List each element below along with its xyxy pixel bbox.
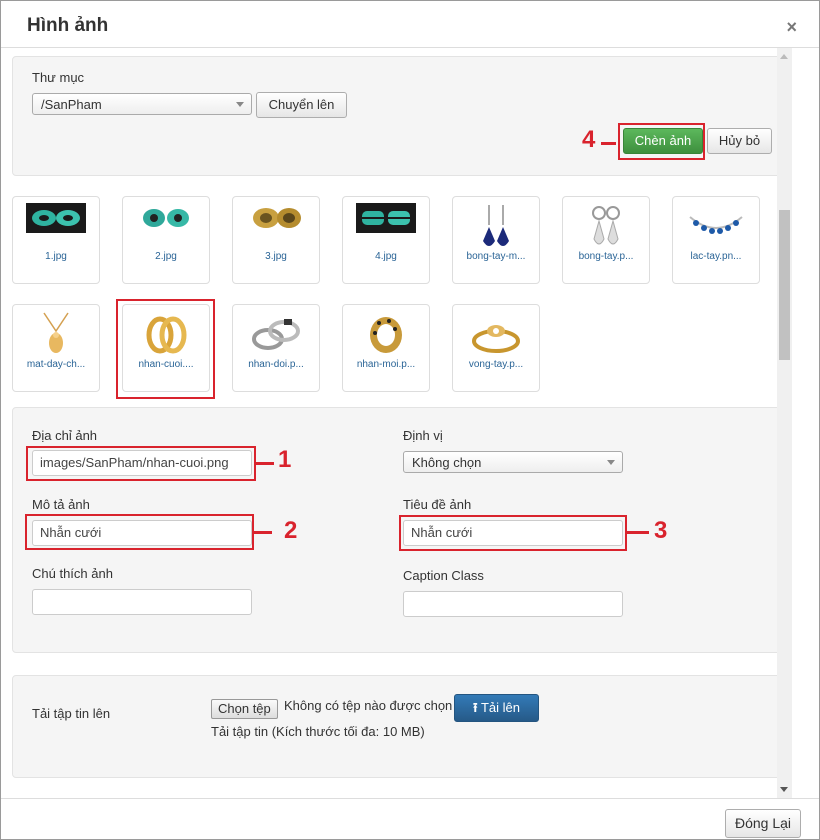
thumbnail-caption: 3.jpg xyxy=(265,251,287,262)
thumbnail-caption: 4.jpg xyxy=(375,251,397,262)
caption-label: Chú thích ảnh xyxy=(32,566,113,581)
image-thumbnail xyxy=(453,203,539,247)
thumbnail-caption: bong-tay.p... xyxy=(578,251,634,262)
thumbnail-item[interactable]: vong-tay.p... xyxy=(452,304,540,392)
folder-label: Thư mục xyxy=(32,70,85,85)
caption-class-label: Caption Class xyxy=(403,568,484,583)
upload-hint: Tải tập tin (Kích thước tối đa: 10 MB) xyxy=(211,724,425,739)
upload-button[interactable]: ⭱ Tải lên xyxy=(454,694,539,722)
image-thumbnail xyxy=(123,203,209,247)
alt-text-label: Mô tả ảnh xyxy=(32,497,90,512)
dialog-title: Hình ảnh xyxy=(27,15,109,36)
scroll-up-icon[interactable] xyxy=(780,54,788,59)
highlight-insert-button xyxy=(618,123,705,160)
caption-class-input[interactable] xyxy=(403,591,623,617)
annotation-dash xyxy=(601,142,616,145)
align-select-value: Không chọn xyxy=(412,455,482,470)
dialog-footer: Đóng Lại xyxy=(1,798,819,839)
folder-select[interactable]: /SanPham xyxy=(32,93,252,115)
no-file-text: Không có tệp nào được chọn xyxy=(284,698,453,713)
highlight-alt-text xyxy=(25,514,254,550)
upload-button-label: Tải lên xyxy=(480,700,520,715)
image-title-label: Tiêu đề ảnh xyxy=(403,497,472,512)
vertical-scrollbar[interactable] xyxy=(777,48,792,798)
thumbnail-caption: bong-tay-m... xyxy=(466,251,526,262)
annotation-dash xyxy=(627,531,649,534)
thumbnail-caption: nhan-moi.p... xyxy=(356,359,416,370)
cancel-button[interactable]: Hủy bỏ xyxy=(707,128,772,154)
highlight-image-url xyxy=(26,446,256,481)
thumbnail-caption: nhan-doi.p... xyxy=(248,359,304,370)
folder-up-button[interactable]: Chuyển lên xyxy=(256,92,347,118)
chevron-down-icon xyxy=(236,102,244,107)
align-select[interactable]: Không chọn xyxy=(403,451,623,473)
dialog-body[interactable]: Thư mục /SanPham Chuyển lên Chèn ảnh Hủy… xyxy=(1,48,819,798)
align-label: Định vị xyxy=(403,428,443,443)
image-thumbnail xyxy=(343,311,429,355)
thumbnail-caption: mat-day-ch... xyxy=(26,359,86,370)
thumbnail-caption: 1.jpg xyxy=(45,251,67,262)
close-dialog-button[interactable]: Đóng Lại xyxy=(725,809,801,838)
folder-select-value: /SanPham xyxy=(41,97,102,112)
image-thumbnail xyxy=(563,203,649,247)
image-thumbnail xyxy=(233,203,319,247)
image-thumbnail xyxy=(13,311,99,355)
thumbnail-caption: vong-tay.p... xyxy=(468,359,524,370)
annotation-number-1: 1 xyxy=(278,446,292,473)
close-icon[interactable]: × xyxy=(786,17,797,38)
scroll-down-icon[interactable] xyxy=(780,787,788,792)
upload-icon: ⭱ xyxy=(473,700,478,715)
thumbnail-item[interactable]: 2.jpg xyxy=(122,196,210,284)
image-thumbnail xyxy=(343,203,429,247)
annotation-number-2: 2 xyxy=(284,517,298,544)
image-thumbnail xyxy=(453,311,539,355)
thumbnail-item[interactable]: bong-tay.p... xyxy=(562,196,650,284)
dialog-header: Hình ảnh × xyxy=(1,1,819,48)
thumbnail-caption: lac-tay.pn... xyxy=(690,251,742,262)
thumbnail-item[interactable]: lac-tay.pn... xyxy=(672,196,760,284)
annotation-number-3: 3 xyxy=(654,517,668,544)
annotation-dash xyxy=(254,531,272,534)
chevron-down-icon xyxy=(607,460,615,465)
thumbnail-item[interactable]: 1.jpg xyxy=(12,196,100,284)
annotation-dash xyxy=(256,462,274,465)
caption-input[interactable] xyxy=(32,589,252,615)
thumbnail-item[interactable]: nhan-doi.p... xyxy=(232,304,320,392)
upload-panel: Tải tập tin lên Chọn tệp Không có tệp nà… xyxy=(12,675,792,778)
image-url-label: Địa chỉ ảnh xyxy=(32,428,98,443)
highlight-image-title xyxy=(399,515,627,551)
scrollbar-thumb[interactable] xyxy=(779,210,790,360)
upload-label: Tải tập tin lên xyxy=(32,706,111,721)
thumbnail-caption: 2.jpg xyxy=(155,251,177,262)
choose-file-button[interactable]: Chọn tệp xyxy=(211,699,278,719)
thumbnail-item[interactable]: 4.jpg xyxy=(342,196,430,284)
thumbnail-item[interactable]: bong-tay-m... xyxy=(452,196,540,284)
image-dialog: Hình ảnh × Thư mục /SanPham Chuyển lên C… xyxy=(0,0,820,840)
annotation-number-4: 4 xyxy=(582,126,596,153)
image-thumbnail xyxy=(673,203,759,247)
thumbnail-item[interactable]: nhan-moi.p... xyxy=(342,304,430,392)
highlight-selected-thumbnail xyxy=(116,299,215,399)
image-thumbnail xyxy=(233,311,319,355)
thumbnail-item[interactable]: 3.jpg xyxy=(232,196,320,284)
image-thumbnail xyxy=(13,203,99,247)
thumbnail-item[interactable]: mat-day-ch... xyxy=(12,304,100,392)
